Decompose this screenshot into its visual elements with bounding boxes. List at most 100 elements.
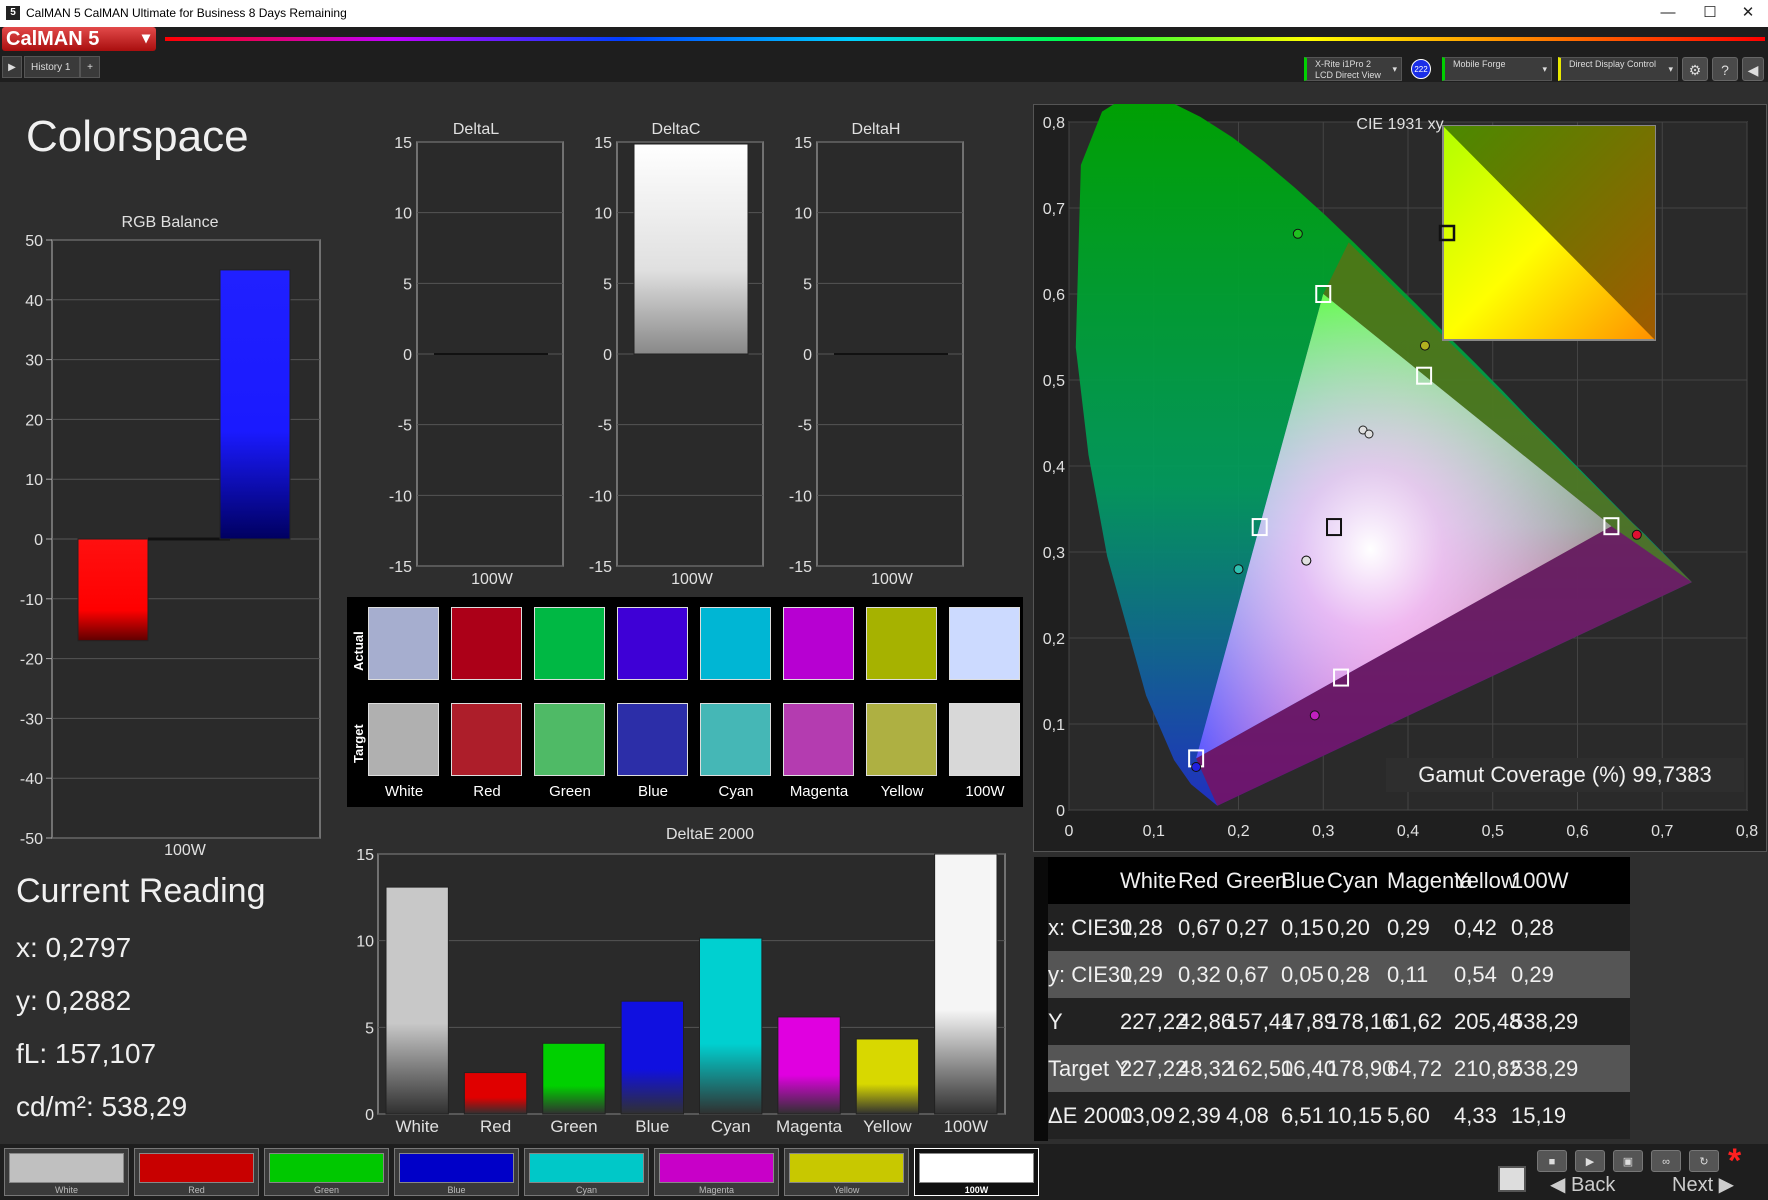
swatch-actual-green [534,607,605,680]
deltae-bar-cyan [699,937,763,1115]
x-tick-label: 0,4 [1397,823,1419,840]
x-category-label: Cyan [711,1117,751,1136]
color-step-yellow[interactable]: Yellow [784,1148,909,1196]
gamut-coverage: Gamut Coverage (%) 99,7383 [1386,758,1744,792]
table-cell: Red [1178,868,1219,893]
tab-history-1[interactable]: History 1 [24,56,80,78]
calman-logo-menu[interactable]: CalMAN 5 ▾ [2,27,156,51]
table-cell: 4,33 [1454,1103,1497,1128]
actual-point-red [1631,529,1642,540]
table-cell: 0,28 [1120,915,1163,940]
help-icon[interactable]: ? [1712,57,1738,81]
y-tick-label: 0,2 [1043,631,1065,648]
table-cell: 0,67 [1226,962,1269,987]
logo-text: CalMAN 5 [6,28,100,50]
delta-charts: DeltaL 15 10 5 0 -5 -10 -15 100W DeltaC 15 10 5 0 -5 -1… [389,121,964,588]
color-step-red[interactable]: Red [134,1148,259,1196]
table-cell: 0,29 [1511,962,1554,987]
actual-point-green [1292,228,1303,239]
meter-selector[interactable]: X-Rite i1Pro 2 LCD Direct View ▾ [1304,57,1402,81]
table-cell: Green [1226,868,1288,893]
chevron-down-icon: ▾ [1542,64,1547,74]
swatch-label: Blue [637,783,669,800]
y-tick-label: -5 [798,418,812,435]
save-icon[interactable]: ▣ [1613,1150,1643,1172]
table-cell: 178,90 [1327,1056,1395,1081]
color-step-label: White [54,1185,78,1195]
x-category-label: 100W [944,1117,988,1136]
table-cell: 0,42 [1454,915,1497,940]
meter-mode: LCD Direct View [1315,70,1381,80]
color-step-white[interactable]: White [4,1148,129,1196]
swatch-actual-yellow [866,607,937,680]
table-cell: Blue [1281,868,1326,893]
stop-square-icon[interactable] [1498,1166,1526,1192]
app-icon: 5 [6,6,20,20]
color-step-100w[interactable]: 100W [914,1148,1039,1196]
back-button[interactable]: ◀ Back [1550,1172,1615,1197]
color-step-cyan[interactable]: Cyan [524,1148,649,1196]
loop-icon[interactable]: ∞ [1651,1150,1681,1172]
source-selector[interactable]: Mobile Forge ▾ [1442,57,1552,81]
chart-title: DeltaL [453,121,499,138]
play-icon[interactable]: ▶ [2,56,22,78]
play-icon[interactable]: ▶ [1575,1150,1605,1172]
rainbow-strip [165,37,1765,41]
swatch-target-magenta [783,703,854,776]
y-tick-label: 15 [394,135,412,152]
collapse-icon[interactable]: ◀ [1742,57,1764,81]
color-step-magenta[interactable]: Magenta [654,1148,779,1196]
table-cell: 0,54 [1454,962,1497,987]
y-tick-label: -10 [789,488,812,505]
color-chip [659,1153,774,1183]
x-category-label: Green [550,1117,597,1136]
table-cell: 178,16 [1327,1009,1395,1034]
maximize-button[interactable]: ☐ [1690,2,1730,24]
table-cell: 0,20 [1327,915,1370,940]
y-tick-label: -20 [20,652,43,669]
display-selector[interactable]: Direct Display Control ▾ [1558,57,1678,81]
y-tick-label: 20 [25,412,43,429]
y-tick-label: 5 [603,276,612,293]
title-bar: 5 CalMAN 5 CalMAN Ultimate for Business … [0,0,1768,27]
table-cell: 15,19 [1511,1103,1567,1128]
reading-cdm2: cd/m²: 538,29 [16,1091,188,1122]
x-tick-label: 0,1 [1143,823,1165,840]
add-tab-button[interactable]: + [80,56,100,78]
close-button[interactable]: ✕ [1728,2,1768,24]
x-tick-label: 0 [1065,823,1074,840]
window-title: CalMAN 5 CalMAN Ultimate for Business 8 … [26,6,347,20]
y-tick-label: 0,4 [1043,459,1065,476]
next-label: Next [1672,1174,1714,1196]
color-step-green[interactable]: Green [264,1148,389,1196]
table-row: y: CIE31 0,29 0,32 0,67 0,05 0,28 0,11 0,54 0,29 [1034,951,1630,998]
next-button[interactable]: Next ▶ [1672,1172,1734,1197]
bar-green [148,537,230,541]
y-tick-label: 10 [394,206,412,223]
chart-title: DeltaH [852,121,901,138]
x-tick-label: 0,8 [1736,823,1758,840]
color-step-blue[interactable]: Blue [394,1148,519,1196]
table-cell: 538,29 [1511,1009,1579,1034]
table-cell: 42,86 [1178,1009,1234,1034]
swatch-label: 100W [965,783,1005,800]
swatch-target-cyan [700,703,771,776]
y-tick-label: -10 [389,488,412,505]
stop-icon[interactable]: ■ [1537,1150,1567,1172]
gear-icon[interactable]: ⚙ [1682,57,1708,81]
y-tick-label: 0 [365,1107,374,1124]
swatch-label: Magenta [789,783,849,800]
x-category-label: 100W [471,571,514,588]
swatch-actual-white [368,607,439,680]
y-tick-label: 5 [365,1020,374,1037]
swatch-actual-cyan [700,607,771,680]
table-cell: Cyan [1327,868,1379,893]
minimize-button[interactable]: — [1648,2,1688,24]
refresh-icon[interactable]: ↻ [1689,1150,1719,1172]
color-step-label: Magenta [698,1185,735,1195]
meter-badge[interactable]: 222 [1411,59,1431,79]
x-category-label: White [395,1117,438,1136]
deltae-title: DeltaE 2000 [665,826,755,843]
display-name: Direct Display Control [1569,59,1657,69]
table-cell: 64,72 [1387,1056,1443,1081]
